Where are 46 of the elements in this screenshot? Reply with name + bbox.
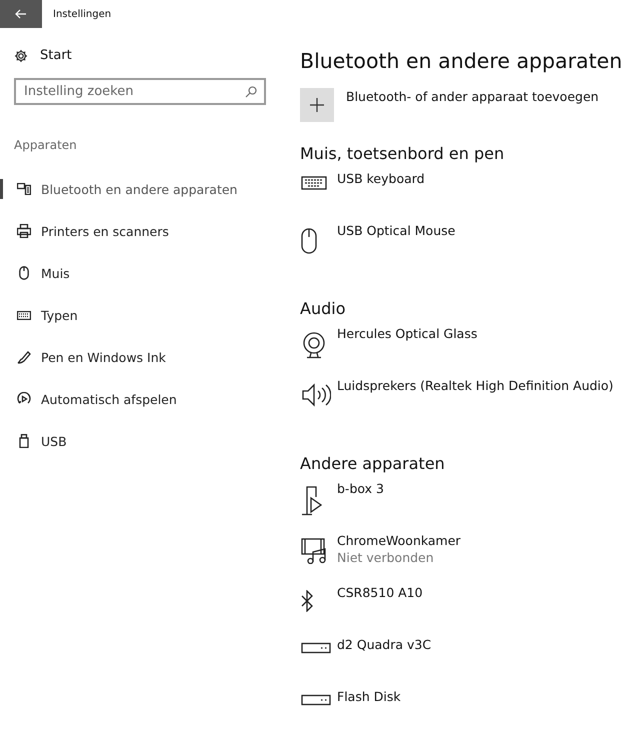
section-heading: Apparaten bbox=[14, 138, 78, 152]
device-name: USB Optical Mouse bbox=[337, 223, 456, 238]
section-heading: Audio bbox=[300, 299, 346, 320]
speaker-icon bbox=[301, 383, 331, 407]
devices-icon bbox=[16, 183, 30, 195]
nav-item[interactable]: Printers en scanners bbox=[0, 210, 286, 252]
search-icon bbox=[245, 86, 257, 98]
webcam-icon bbox=[301, 331, 327, 359]
autoplay-icon bbox=[16, 392, 30, 406]
drive-icon bbox=[301, 694, 331, 706]
section-heading: Andere apparaten bbox=[300, 454, 446, 475]
pen-icon bbox=[16, 350, 30, 364]
window-title: Instellingen bbox=[53, 8, 112, 20]
mouse-icon bbox=[301, 228, 317, 254]
nav-item[interactable]: Automatisch afspelen bbox=[0, 378, 286, 420]
device-name: Luidsprekers (Realtek High Definition Audio) bbox=[337, 378, 614, 393]
search-field[interactable]: Instelling zoeken bbox=[14, 78, 266, 105]
device-status: Niet verbonden bbox=[337, 550, 435, 565]
device-name: b-box 3 bbox=[337, 481, 384, 496]
gear-icon bbox=[14, 48, 28, 62]
add-device-label: Bluetooth- of ander apparaat toevoegen bbox=[346, 89, 599, 104]
nav-item[interactable]: Bluetooth en andere apparaten bbox=[0, 168, 286, 210]
add-button[interactable] bbox=[300, 88, 334, 122]
drive-icon bbox=[301, 642, 331, 654]
keyboard-icon bbox=[16, 310, 30, 320]
printer-icon bbox=[16, 224, 30, 238]
plus-icon bbox=[310, 98, 324, 112]
device-name: ChromeWoonkamer bbox=[337, 533, 461, 548]
page-title: Bluetooth en andere apparaten bbox=[300, 49, 624, 73]
device-name: d2 Quadra v3C bbox=[337, 637, 432, 652]
nav-item[interactable]: Typen bbox=[0, 294, 286, 336]
bluetooth-icon bbox=[301, 590, 313, 612]
keyboard-icon bbox=[301, 176, 327, 190]
mouse-icon bbox=[18, 266, 28, 280]
nav-item[interactable]: Muis bbox=[0, 252, 286, 294]
nav-item[interactable]: Pen en Windows Ink bbox=[0, 336, 286, 378]
device-name: CSR8510 A10 bbox=[337, 585, 423, 600]
nav-item[interactable]: USB bbox=[0, 420, 286, 462]
section-heading: Muis, toetsenbord en pen bbox=[300, 144, 506, 165]
device-name: Hercules Optical Glass bbox=[337, 326, 478, 341]
media-player-icon bbox=[301, 486, 325, 516]
back-arrow-icon bbox=[15, 9, 27, 19]
usb-icon bbox=[18, 434, 28, 448]
device-name: USB keyboard bbox=[337, 171, 425, 186]
device-name: Flash Disk bbox=[337, 689, 401, 704]
home-link[interactable]: Start bbox=[14, 48, 72, 63]
